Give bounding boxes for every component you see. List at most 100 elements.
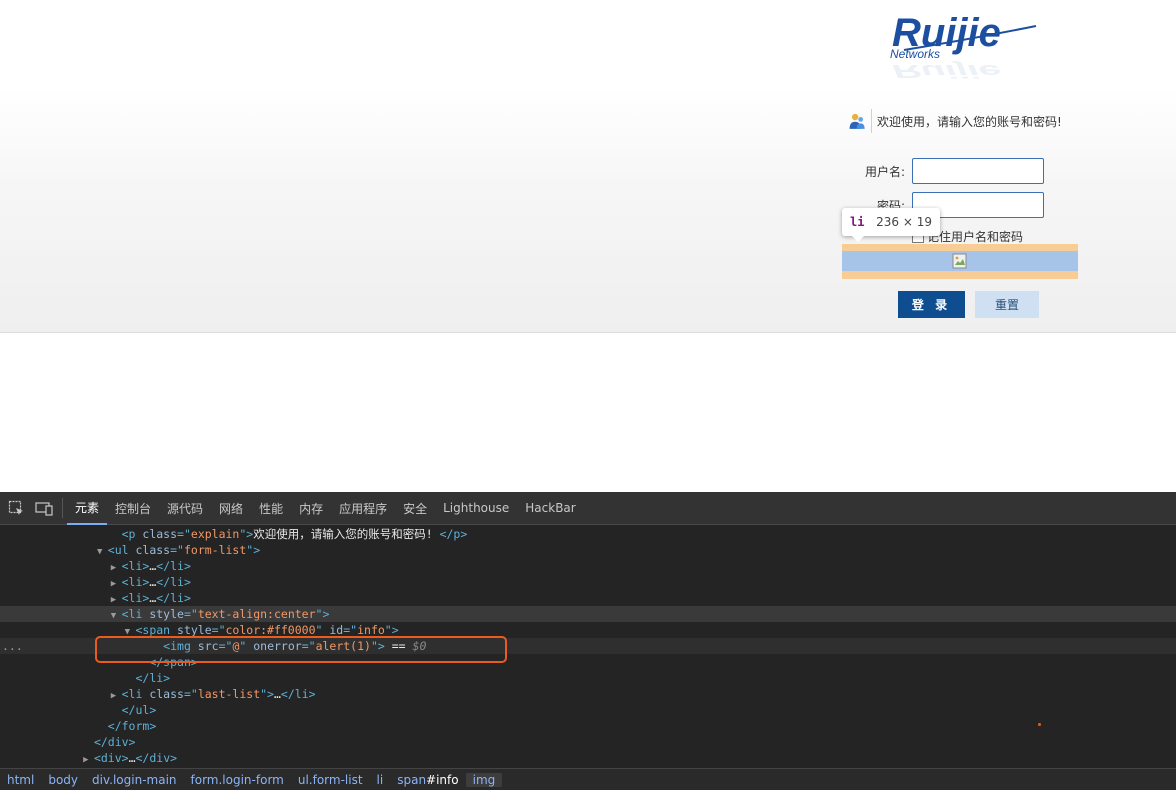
dom-token-tag: </p> bbox=[439, 527, 468, 541]
breadcrumb-item[interactable]: img bbox=[465, 772, 503, 787]
breadcrumb-label: form.login-form bbox=[190, 772, 284, 787]
expanded-triangle-icon[interactable]: ▼ bbox=[111, 611, 122, 621]
dom-token-attr: style bbox=[177, 623, 212, 637]
breadcrumb-item[interactable]: span#info bbox=[390, 773, 465, 787]
dom-node-line[interactable]: ▼ <li style="text-align:center"> bbox=[0, 606, 1176, 622]
breadcrumb-label: img bbox=[472, 772, 496, 787]
devtools-tab[interactable]: Lighthouse bbox=[435, 492, 517, 525]
login-button[interactable]: 登 录 bbox=[898, 291, 965, 318]
dom-token-tag: =" bbox=[177, 527, 191, 541]
dom-token-tag: </form> bbox=[107, 719, 157, 733]
dom-node-line[interactable]: </form> bbox=[0, 718, 1176, 734]
inspect-tooltip: li 236 × 19 bbox=[842, 208, 940, 242]
annotation-box bbox=[95, 636, 507, 663]
collapsed-triangle-icon[interactable]: ▶ bbox=[111, 563, 122, 573]
devtools-tab[interactable]: 控制台 bbox=[107, 492, 159, 525]
breadcrumb-item[interactable]: body bbox=[41, 773, 85, 787]
breadcrumb-item[interactable]: li bbox=[370, 773, 391, 787]
dom-token-tag: <li bbox=[121, 607, 150, 621]
reset-button[interactable]: 重置 bbox=[975, 291, 1039, 318]
dom-token-tag: <p bbox=[121, 527, 143, 541]
dom-node-line[interactable]: ▶ <li>…</li> bbox=[0, 558, 1176, 574]
tooltip-dimensions: 236 × 19 bbox=[876, 215, 932, 229]
dom-node-line[interactable]: <p class="explain">欢迎使用，请输入您的账号和密码! </p> bbox=[0, 526, 1176, 542]
breadcrumb-label: li bbox=[376, 772, 384, 787]
dom-token-tag: <li> bbox=[121, 559, 150, 573]
logo-reflection: Ruijie bbox=[892, 61, 1001, 81]
devtools-tabs: 元素 控制台 源代码 网络 性能 内存 应用程序 安全 Lighthouse HackBar bbox=[67, 492, 584, 525]
dom-token-tag: "> bbox=[384, 623, 399, 637]
dom-node-line[interactable]: ▶ <li>…</li> bbox=[0, 574, 1176, 590]
inspect-element-icon[interactable] bbox=[2, 492, 30, 525]
dom-token-tag: <li> bbox=[121, 575, 150, 589]
triangle-spacer bbox=[111, 531, 122, 541]
username-label: 用户名: bbox=[864, 165, 905, 179]
dom-token-attr: class bbox=[149, 687, 184, 701]
dom-token-tag: <div> bbox=[93, 751, 129, 765]
devtools-tab[interactable]: 性能 bbox=[251, 492, 291, 525]
devtools-tab[interactable]: 元素 bbox=[67, 492, 108, 525]
broken-image-icon bbox=[952, 253, 967, 269]
dom-node-line[interactable]: </div> bbox=[0, 734, 1176, 750]
breadcrumb-item[interactable]: div.login-main bbox=[85, 773, 183, 787]
dom-token-tag: <li bbox=[121, 687, 150, 701]
dom-token-attr: style bbox=[149, 607, 184, 621]
triangle-spacer bbox=[125, 675, 136, 685]
ruijie-logo: Ruijie Networks Ruijie bbox=[890, 11, 1037, 81]
devtools-tab[interactable]: 内存 bbox=[291, 492, 331, 525]
username-input[interactable] bbox=[912, 158, 1044, 184]
devtools-tab[interactable]: HackBar bbox=[517, 492, 583, 525]
breadcrumb-label: html bbox=[7, 772, 35, 787]
triangle-spacer bbox=[97, 723, 108, 733]
devtools-toolbar: 元素 控制台 源代码 网络 性能 内存 应用程序 安全 Lighthouse HackBar bbox=[0, 492, 1176, 525]
devtools-tab[interactable]: 应用程序 bbox=[331, 492, 395, 525]
breadcrumb-item[interactable]: ul.form-list bbox=[291, 773, 370, 787]
devtools-tab[interactable]: 源代码 bbox=[159, 492, 211, 525]
collapsed-triangle-icon[interactable]: ▶ bbox=[111, 595, 122, 605]
breadcrumb-item[interactable]: form.login-form bbox=[184, 773, 291, 787]
dom-token-tag: "> bbox=[239, 527, 254, 541]
device-toolbar-icon[interactable] bbox=[30, 492, 58, 525]
dom-token-tag: <li> bbox=[121, 591, 150, 605]
dom-token-val: form-list bbox=[183, 543, 247, 557]
collapsed-triangle-icon[interactable]: ▶ bbox=[111, 691, 122, 701]
dom-token-tag: =" bbox=[183, 607, 198, 621]
devtools-tab[interactable]: 安全 bbox=[395, 492, 435, 525]
dom-token-tag: </div> bbox=[135, 751, 178, 765]
triangle-spacer bbox=[111, 707, 122, 717]
welcome-message: 欢迎使用，请输入您的账号和密码! bbox=[848, 108, 1062, 134]
breadcrumb-item[interactable]: html bbox=[0, 773, 41, 787]
expanded-triangle-icon[interactable]: ▼ bbox=[97, 547, 108, 557]
dom-token-tag: </div> bbox=[93, 735, 136, 749]
dom-node-line[interactable]: ▶ <li class="last-list">…</li> bbox=[0, 686, 1176, 702]
dom-node-line[interactable]: </li> bbox=[0, 670, 1176, 686]
node-actions-gutter[interactable]: ... bbox=[2, 638, 23, 654]
dom-token-tag: "> bbox=[315, 607, 330, 621]
dom-token-tag: </li> bbox=[156, 591, 191, 605]
dom-token-tag: </li> bbox=[135, 671, 171, 685]
dom-token-tag: <ul bbox=[107, 543, 136, 557]
dom-node-line[interactable]: ▶ <li>…</li> bbox=[0, 590, 1176, 606]
welcome-text: 欢迎使用，请输入您的账号和密码! bbox=[877, 114, 1062, 129]
dom-token-val: color:#ff0000 bbox=[225, 623, 316, 637]
dom-node-line[interactable]: ▼ <ul class="form-list"> bbox=[0, 542, 1176, 558]
dom-token-tag: "> bbox=[260, 687, 274, 701]
dom-token-val: info bbox=[357, 623, 385, 637]
collapsed-triangle-icon[interactable]: ▶ bbox=[83, 755, 94, 765]
dom-node-line[interactable]: </ul> bbox=[0, 702, 1176, 718]
dom-node-line[interactable]: ▶ <div>…</div> bbox=[0, 750, 1176, 766]
devtools-tab[interactable]: 网络 bbox=[211, 492, 251, 525]
dom-token-attr: class bbox=[135, 543, 171, 557]
collapsed-triangle-icon[interactable]: ▶ bbox=[111, 579, 122, 589]
